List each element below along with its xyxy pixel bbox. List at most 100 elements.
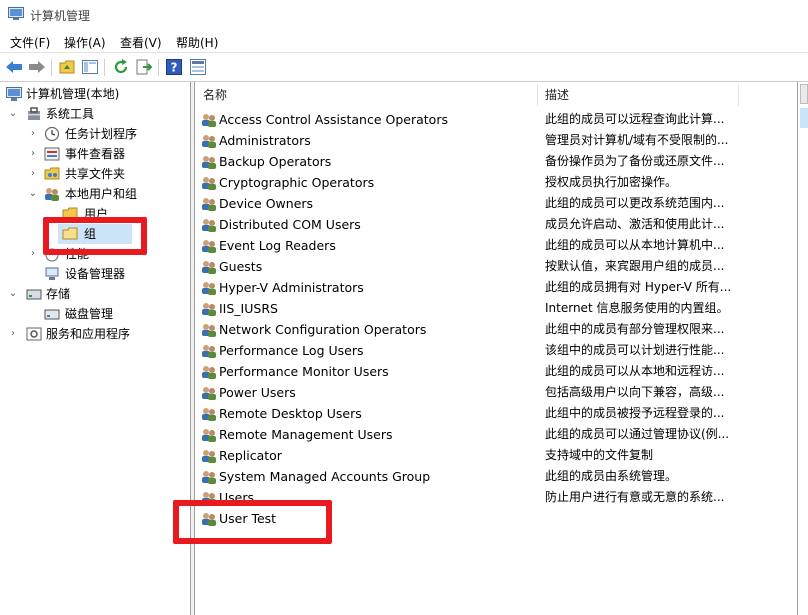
group-description: 此组的成员可以从本地和远程访... [545,364,725,378]
tree-item-shared-folders[interactable]: › 共享文件夹 [0,164,188,184]
group-description: 按默认值，来宾跟用户组的成员... [545,259,725,273]
tree-label: 任务计划程序 [65,127,138,141]
storage-icon [26,289,42,300]
toolbar-separator [158,59,159,76]
table-row[interactable]: Access Control Assistance Operators 此组的成员… [195,109,797,130]
column-header-name[interactable]: 名称 [203,84,227,106]
menu-file[interactable]: 文件(F) [10,34,50,51]
group-icon [202,345,216,358]
up-folder-icon[interactable] [57,57,77,77]
table-row[interactable]: Replicator 支持域中的文件复制 [195,445,797,466]
chevron-right-icon[interactable]: › [28,144,38,164]
table-row[interactable]: Guests 按默认值，来宾跟用户组的成员... [195,256,797,277]
toolbar: ? [0,53,808,82]
tree-item-system-tools[interactable]: ⌄ 系统工具 [0,104,188,124]
group-icon [202,303,216,316]
group-description: 授权成员执行加密操作。 [545,175,678,189]
menu-view[interactable]: 查看(V) [120,34,162,51]
table-row[interactable]: Performance Monitor Users 此组的成员可以从本地和远程访.… [195,361,797,382]
group-icon [202,450,216,463]
table-row[interactable]: Power Users 包括高级用户以向下兼容，高级... [195,382,797,403]
group-icon [202,366,216,379]
group-icon [202,471,216,484]
group-name: Remote Desktop Users [219,406,362,421]
group-description: 包括高级用户以向下兼容，高级... [545,385,725,399]
table-row[interactable]: Hyper-V Administrators 此组的成员拥有对 Hyper-V 所… [195,277,797,298]
tree-item-event-viewer[interactable]: › 事件查看器 [0,144,188,164]
group-description: 支持域中的文件复制 [545,448,654,462]
column-header-description[interactable]: 描述 [545,84,569,106]
chevron-right-icon[interactable]: › [28,164,38,184]
svg-text:?: ? [171,61,178,75]
group-name: Access Control Assistance Operators [219,112,448,127]
properties-icon[interactable] [188,57,208,77]
actions-selected-item[interactable] [800,108,808,128]
group-icon [202,156,216,169]
group-icon [202,135,216,148]
group-description: 此组中的成员有部分管理权限来... [545,322,725,336]
group-icon [202,114,216,127]
group-description: 管理员对计算机/域有不受限制的... [545,133,729,147]
console-tree: 计算机管理(本地) ⌄ 系统工具 › 任务计划程序 › 事件查看器 › 共享文件… [0,82,191,615]
group-name: Event Log Readers [219,238,336,253]
group-description: 此组的成员可以远程查询此计算... [545,112,725,126]
actions-header[interactable] [800,84,808,104]
tree-item-disk-management[interactable]: 磁盘管理 [0,304,188,324]
tree-item-storage[interactable]: ⌄ 存储 [0,284,188,304]
menu-action[interactable]: 操作(A) [64,34,106,51]
table-row[interactable]: Event Log Readers 此组的成员可以从本地计算机中... [195,235,797,256]
group-name: Cryptographic Operators [219,175,375,190]
computer-management-icon [6,87,22,101]
table-row[interactable]: System Managed Accounts Group 此组的成员由系统管理。 [195,466,797,487]
table-row[interactable]: Performance Log Users 该组中的成员可以计划进行性能... [195,340,797,361]
event-viewer-icon [44,147,60,161]
tree-label: 存储 [46,287,71,301]
tree-label: 设备管理器 [65,267,126,281]
tree-item-device-manager[interactable]: 设备管理器 [0,264,188,284]
group-icon [202,261,216,274]
computer-management-icon [8,7,24,20]
refresh-icon[interactable] [111,57,131,77]
chevron-right-icon[interactable]: › [8,324,18,344]
chevron-right-icon[interactable]: › [28,244,38,264]
group-icon [202,429,216,442]
table-row[interactable]: Device Owners 此组的成员可以更改系统范围内... [195,193,797,214]
device-manager-icon [45,267,59,280]
chevron-right-icon[interactable]: › [28,124,38,144]
column-divider[interactable] [738,84,739,106]
table-row[interactable]: Administrators 管理员对计算机/域有不受限制的... [195,130,797,151]
group-icon [202,408,216,421]
group-description: 此组的成员可以通过管理协议(例... [545,427,730,441]
table-row[interactable]: Remote Desktop Users 此组中的成员被授予远程登录的... [195,403,797,424]
table-row[interactable]: Cryptographic Operators 授权成员执行加密操作。 [195,172,797,193]
help-icon[interactable]: ? [164,57,184,77]
back-icon[interactable] [4,57,24,77]
table-row[interactable]: Network Configuration Operators 此组中的成员有部分… [195,319,797,340]
tree-item-local-users-groups[interactable]: ⌄ 本地用户和组 [0,184,188,204]
table-row[interactable]: IIS_IUSRS Internet 信息服务使用的内置组。 [195,298,797,319]
table-row[interactable]: Backup Operators 备份操作员为了备份或还原文件... [195,151,797,172]
export-icon[interactable] [134,57,154,77]
tools-icon [28,107,40,120]
chevron-down-icon[interactable]: ⌄ [8,284,18,304]
tree-item-root[interactable]: 计算机管理(本地) [0,84,188,104]
group-icon [202,177,216,190]
group-description: 成员允许启动、激活和使用此计... [545,217,725,231]
tree-label: 系统工具 [46,107,95,121]
chevron-down-icon[interactable]: ⌄ [28,184,38,204]
group-description: 此组的成员可以更改系统范围内... [545,196,725,210]
column-divider[interactable] [537,84,538,106]
title-bar: 计算机管理 [0,0,808,30]
tree-label: 计算机管理(本地) [26,87,120,101]
table-row[interactable]: Distributed COM Users 成员允许启动、激活和使用此计... [195,214,797,235]
tree-label: 本地用户和组 [65,187,138,201]
chevron-down-icon[interactable]: ⌄ [8,104,18,124]
toolbar-separator [104,59,105,76]
menu-help[interactable]: 帮助(H) [176,34,218,51]
forward-icon[interactable] [27,57,47,77]
tree-item-services-apps[interactable]: › 服务和应用程序 [0,324,188,344]
show-tree-icon[interactable] [80,57,100,77]
table-row[interactable]: Remote Management Users 此组的成员可以通过管理协议(例..… [195,424,797,445]
group-icon [202,219,216,232]
tree-item-task-scheduler[interactable]: › 任务计划程序 [0,124,188,144]
